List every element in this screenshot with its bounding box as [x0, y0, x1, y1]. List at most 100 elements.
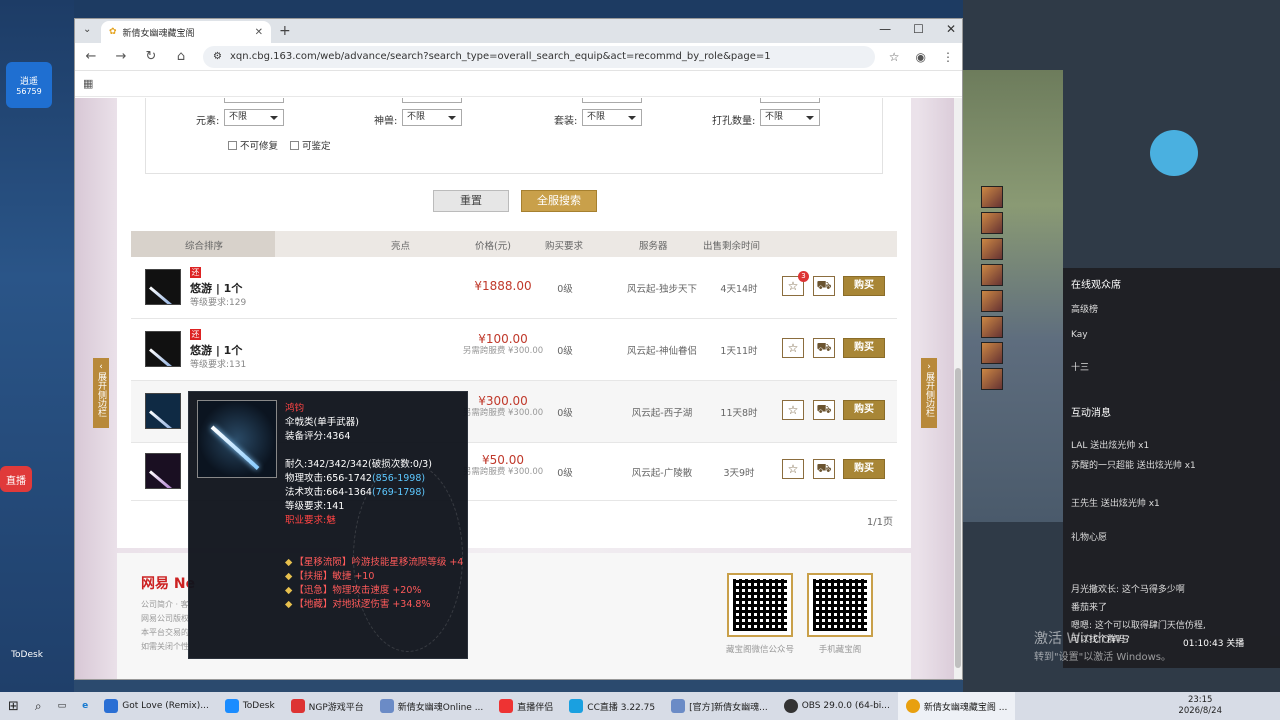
taskbar-item-label: Got Love (Remix)...	[122, 701, 209, 711]
buy-button[interactable]: 购买	[843, 400, 885, 420]
start-button[interactable]: ⊞	[0, 692, 27, 720]
favorite-button[interactable]: ☆	[782, 338, 804, 358]
right-sidebar-toggle[interactable]: › 展开侧边栏	[921, 358, 937, 428]
url-input[interactable]: ⚙ xqn.cbg.163.com/web/advance/search?sea…	[203, 45, 875, 68]
filter-select-holes[interactable]: 不限	[760, 109, 820, 126]
close-icon[interactable]: ✕	[255, 27, 263, 38]
item-server: 风云起-西子湖	[631, 408, 693, 419]
reload-icon[interactable]: ↻	[143, 49, 159, 64]
tab-search-icon[interactable]: ⌄	[83, 24, 91, 35]
chrome-icon	[905, 699, 920, 713]
taskbar-item[interactable]: ToDesk	[217, 692, 283, 720]
checkbox-unrepairable[interactable]: 不可修复	[228, 138, 278, 152]
tooltip-mag-attack-bonus: (769-1798)	[371, 487, 426, 498]
table-row[interactable]: 还 悠游 | 1个 等级要求:129 ¥1888.00 0级 风云起-独步天下 …	[131, 257, 897, 319]
add-to-cart-button[interactable]: ⛟	[813, 338, 835, 358]
taskbar-item[interactable]: Got Love (Remix)...	[96, 692, 217, 720]
taskbar-item[interactable]: 直播伴侣	[491, 692, 561, 720]
game-skill-icon[interactable]	[981, 342, 1003, 364]
forward-icon[interactable]: →	[113, 49, 129, 64]
reset-button[interactable]: 重置	[433, 190, 509, 212]
buy-button[interactable]: 购买	[843, 459, 885, 479]
add-to-cart-button[interactable]: ⛟	[813, 459, 835, 479]
window-controls: — ☐ ✕	[879, 22, 956, 36]
home-icon[interactable]: ⌂	[173, 49, 189, 64]
left-sidebar-toggle[interactable]: ‹ 展开侧边栏	[93, 358, 109, 428]
site-info-icon[interactable]: ⚙	[213, 51, 222, 62]
task-view-button[interactable]: ▭	[50, 692, 75, 720]
game-skill-icon[interactable]	[981, 316, 1003, 338]
filter-select-set[interactable]: 不限	[582, 109, 642, 126]
new-tab-icon[interactable]: +	[279, 23, 291, 39]
taskbar-item[interactable]: OBS 29.0.0 (64-bi...	[776, 692, 898, 720]
close-window-icon[interactable]: ✕	[946, 22, 956, 36]
taskbar-item-label: 新倩女幽魂Online ...	[397, 702, 484, 713]
item-name[interactable]: 悠游 | 1个	[190, 280, 242, 296]
desktop-icon-live[interactable]: 直播	[0, 466, 32, 492]
header-price[interactable]: 价格(元)	[475, 238, 511, 252]
game-skill-icon[interactable]	[981, 186, 1003, 208]
checkbox-box[interactable]	[290, 140, 299, 150]
clock-time: 23:15	[1187, 695, 1213, 705]
return-badge: 还	[190, 267, 201, 278]
weapon-blade-shape	[149, 410, 174, 428]
favorite-button[interactable]: ☆	[782, 459, 804, 479]
buy-button[interactable]: 购买	[843, 338, 885, 358]
cart-icon: ⛟	[816, 340, 832, 354]
header-time-left[interactable]: 出售剩余时间	[703, 238, 760, 252]
filter-select-element[interactable]: 不限	[224, 109, 284, 126]
tab-cbg[interactable]: ✿ 新倩女幽魂藏宝阁 ✕	[101, 21, 271, 43]
taskbar-item[interactable]: 新倩女幽魂藏宝阁 ...	[897, 692, 1016, 720]
add-to-cart-button[interactable]: ⛟	[813, 400, 835, 420]
menu-icon[interactable]: ⋮	[942, 50, 954, 64]
item-thumbnail[interactable]	[145, 453, 181, 489]
game-skill-icon[interactable]	[981, 290, 1003, 312]
filter-select-beast[interactable]: 不限	[402, 109, 462, 126]
filter-label-holes: 打孔数量:	[712, 116, 756, 127]
item-thumbnail[interactable]	[145, 393, 181, 429]
game-skill-icon[interactable]	[981, 212, 1003, 234]
star-icon: ☆	[787, 341, 799, 355]
add-to-cart-button[interactable]: ⛟	[813, 276, 835, 296]
scroll-thumb[interactable]	[955, 368, 961, 668]
tooltip-phys-attack-bonus: (856-1998)	[371, 473, 426, 484]
game-skill-icon[interactable]	[981, 368, 1003, 390]
result-table-header: 综合排序 亮点 价格(元) 购买要求 服务器 出售剩余时间	[131, 231, 897, 257]
minimize-icon[interactable]: —	[879, 22, 891, 36]
search-button[interactable]: ⌕	[27, 692, 50, 720]
wechat-qr-code	[727, 573, 793, 637]
game-skill-icon[interactable]	[981, 264, 1003, 286]
apps-grid-icon[interactable]: ▦	[83, 77, 93, 90]
game-skill-icon[interactable]	[981, 238, 1003, 260]
taskbar-item[interactable]: CC直播 3.22.75	[561, 692, 663, 720]
footer-line[interactable]: 公司简介 · 客	[141, 599, 189, 610]
buy-button[interactable]: 购买	[843, 276, 885, 296]
checkbox-identifiable[interactable]: 可鉴定	[290, 138, 331, 152]
page-scrollbar[interactable]	[954, 98, 962, 679]
maximize-icon[interactable]: ☐	[913, 22, 924, 36]
tooltip-effect: ◆ 【扶摇】敏捷 +10	[285, 568, 374, 582]
item-thumbnail[interactable]	[145, 269, 181, 305]
profile-icon[interactable]: ◉	[916, 50, 926, 64]
desktop-icon-xiaoyao[interactable]: 逍遥 56759	[6, 62, 52, 108]
checkbox-box[interactable]	[228, 140, 237, 150]
checkbox-label: 不可修复	[240, 141, 279, 152]
taskbar-item[interactable]: 新倩女幽魂Online ...	[372, 692, 491, 720]
footer-line: 网易公司版权	[141, 614, 189, 623]
taskbar-item[interactable]: [官方]新倩女幽魂...	[663, 692, 776, 720]
header-sort-overall[interactable]: 综合排序	[185, 238, 223, 252]
bookmark-star-icon[interactable]: ☆	[889, 50, 900, 64]
item-name[interactable]: 悠游 | 1个	[190, 342, 242, 358]
favorite-button[interactable]: ☆	[782, 400, 804, 420]
item-thumbnail[interactable]	[145, 331, 181, 367]
system-clock[interactable]: 23:15 2026/8/24	[1178, 695, 1222, 717]
game-scene[interactable]	[963, 70, 1063, 522]
favorite-button[interactable]: ☆ 3	[782, 271, 809, 296]
taskbar-item-label: ToDesk	[242, 701, 275, 711]
search-all-servers-button[interactable]: 全服搜索	[521, 190, 597, 212]
back-icon[interactable]: ←	[83, 49, 99, 64]
table-row[interactable]: 还 悠游 | 1个 等级要求:131 ¥100.00 另需跨服费 ¥300.00…	[131, 319, 897, 381]
edge-button[interactable]: e	[74, 692, 96, 720]
taskbar-item[interactable]: NGP游戏平台	[283, 692, 372, 720]
desktop-icon-todesk[interactable]: ToDesk	[4, 648, 50, 662]
